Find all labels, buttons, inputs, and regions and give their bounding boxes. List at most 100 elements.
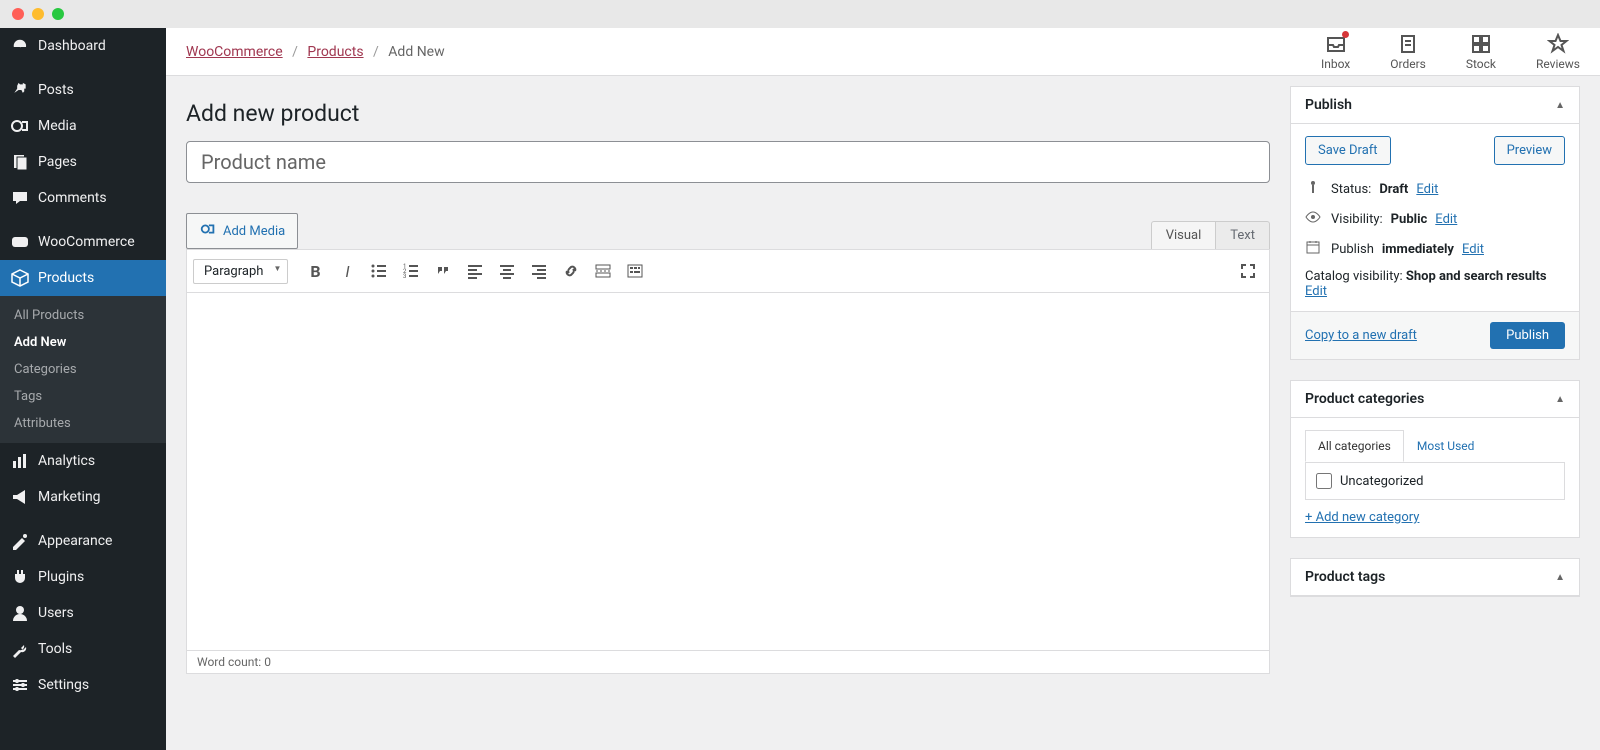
calendar-icon (1305, 239, 1323, 259)
visibility-value: Public (1391, 212, 1428, 227)
sidebar-item-label: Pages (38, 154, 77, 170)
word-count-value: 0 (264, 655, 271, 669)
categories-panel-title: Product categories (1305, 391, 1424, 407)
tools-icon (10, 639, 30, 659)
sidebar-item-dashboard[interactable]: Dashboard (0, 28, 166, 64)
notification-dot-icon (1342, 31, 1349, 38)
align-right-button[interactable] (524, 256, 554, 286)
panel-toggle-icon[interactable]: ▲ (1555, 100, 1565, 111)
sidebar-sub-all-products[interactable]: All Products (0, 302, 166, 329)
publish-button[interactable]: Publish (1490, 322, 1565, 349)
pages-icon (10, 152, 30, 172)
categories-tab-all[interactable]: All categories (1305, 430, 1404, 462)
maximize-dot-icon[interactable] (52, 8, 64, 20)
product-name-input[interactable] (186, 141, 1270, 183)
sidebar-item-pages[interactable]: Pages (0, 144, 166, 180)
topbar-label: Inbox (1321, 57, 1350, 71)
plugins-icon (10, 567, 30, 587)
topbar-reviews[interactable]: Reviews (1536, 33, 1580, 71)
word-count-label: Word count: (197, 655, 264, 669)
sidebar-sub-tags[interactable]: Tags (0, 383, 166, 410)
category-label: Uncategorized (1340, 474, 1423, 489)
dashboard-icon (10, 36, 30, 56)
sidebar-item-users[interactable]: Users (0, 595, 166, 631)
tags-panel: Product tags ▲ (1290, 558, 1580, 597)
breadcrumb-woocommerce[interactable]: WooCommerce (186, 44, 283, 60)
sidebar-item-woocommerce[interactable]: WooCommerce (0, 224, 166, 260)
topbar-stock[interactable]: Stock (1466, 33, 1496, 71)
sidebar-item-marketing[interactable]: Marketing (0, 479, 166, 515)
sidebar-sub-categories[interactable]: Categories (0, 356, 166, 383)
close-dot-icon[interactable] (12, 8, 24, 20)
bold-button[interactable]: B (300, 256, 330, 286)
sidebar-item-label: Tools (38, 641, 72, 657)
save-draft-button[interactable]: Save Draft (1305, 136, 1391, 165)
sidebar-item-label: WooCommerce (38, 234, 135, 250)
paragraph-select[interactable]: Paragraph (193, 259, 288, 284)
copy-draft-link[interactable]: Copy to a new draft (1305, 328, 1417, 343)
add-media-label: Add Media (223, 224, 285, 239)
editor-tab-visual[interactable]: Visual (1151, 221, 1217, 249)
sidebar-item-products[interactable]: Products (0, 260, 166, 296)
sidebar-item-plugins[interactable]: Plugins (0, 559, 166, 595)
sidebar-item-media[interactable]: Media (0, 108, 166, 144)
breadcrumb-current: Add New (388, 44, 444, 60)
minimize-dot-icon[interactable] (32, 8, 44, 20)
woocommerce-icon (10, 232, 30, 252)
preview-button[interactable]: Preview (1494, 136, 1565, 165)
align-left-button[interactable] (460, 256, 490, 286)
sidebar-sub-attributes[interactable]: Attributes (0, 410, 166, 437)
sidebar-submenu-products: All Products Add New Categories Tags Att… (0, 296, 166, 443)
align-center-button[interactable] (492, 256, 522, 286)
admin-sidebar: Dashboard Posts Media Pages Comments Woo… (0, 28, 166, 750)
readmore-button[interactable] (588, 256, 618, 286)
sidebar-sub-add-new[interactable]: Add New (0, 329, 166, 356)
sidebar-item-label: Marketing (38, 489, 101, 505)
fullscreen-button[interactable] (1233, 256, 1263, 286)
editor-toolbar: Paragraph B I 123 (186, 249, 1270, 293)
inbox-icon (1325, 33, 1347, 55)
tags-panel-title: Product tags (1305, 569, 1385, 585)
add-category-link[interactable]: + Add new category (1305, 510, 1419, 525)
sidebar-item-analytics[interactable]: Analytics (0, 443, 166, 479)
category-checkbox[interactable] (1316, 473, 1332, 489)
orders-icon (1397, 33, 1419, 55)
link-button[interactable] (556, 256, 586, 286)
sidebar-item-label: Users (38, 605, 74, 621)
media-icon (10, 116, 30, 136)
breadcrumb: WooCommerce / Products / Add New (186, 44, 445, 60)
panel-toggle-icon[interactable]: ▲ (1555, 572, 1565, 583)
edit-visibility-link[interactable]: Edit (1435, 212, 1457, 227)
categories-panel: Product categories ▲ All categories Most… (1290, 380, 1580, 538)
editor-tab-text[interactable]: Text (1216, 221, 1270, 249)
edit-catalog-link[interactable]: Edit (1305, 284, 1327, 299)
svg-text:3: 3 (403, 273, 406, 280)
breadcrumb-products[interactable]: Products (307, 44, 363, 60)
italic-button[interactable]: I (332, 256, 362, 286)
sidebar-item-label: Analytics (38, 453, 95, 469)
ul-button[interactable] (364, 256, 394, 286)
edit-status-link[interactable]: Edit (1416, 182, 1438, 197)
settings-icon (10, 675, 30, 695)
editor-content[interactable] (186, 293, 1270, 651)
edit-publish-link[interactable]: Edit (1462, 242, 1484, 257)
catalog-label: Catalog visibility: (1305, 269, 1406, 284)
category-item-uncategorized[interactable]: Uncategorized (1316, 473, 1554, 489)
status-icon (1305, 179, 1323, 199)
ol-button[interactable]: 123 (396, 256, 426, 286)
sidebar-item-appearance[interactable]: Appearance (0, 523, 166, 559)
topbar-orders[interactable]: Orders (1390, 33, 1426, 71)
sidebar-item-settings[interactable]: Settings (0, 667, 166, 703)
publish-panel-title: Publish (1305, 97, 1352, 113)
topbar-inbox[interactable]: Inbox (1321, 33, 1350, 71)
categories-tab-most[interactable]: Most Used (1404, 430, 1488, 462)
add-media-button[interactable]: Add Media (186, 213, 298, 249)
topbar-label: Stock (1466, 57, 1496, 71)
panel-toggle-icon[interactable]: ▲ (1555, 394, 1565, 405)
sidebar-item-tools[interactable]: Tools (0, 631, 166, 667)
toolbar-toggle-button[interactable] (620, 256, 650, 286)
publish-date-label: Publish (1331, 242, 1374, 257)
quote-button[interactable] (428, 256, 458, 286)
sidebar-item-comments[interactable]: Comments (0, 180, 166, 216)
sidebar-item-posts[interactable]: Posts (0, 72, 166, 108)
